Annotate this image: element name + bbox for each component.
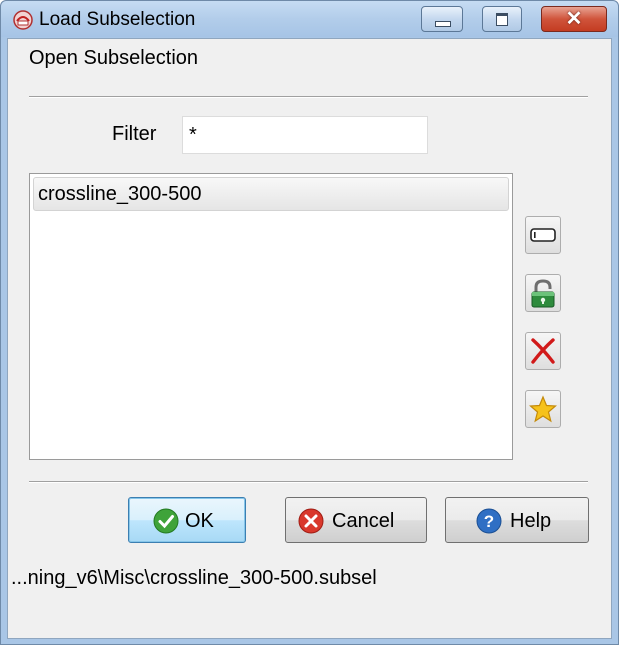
minimize-icon <box>435 21 451 27</box>
checkmark-icon <box>153 508 179 534</box>
help-button[interactable]: ? Help <box>445 497 589 543</box>
app-icon <box>13 10 33 30</box>
title-bar[interactable]: Load Subselection ✕ <box>1 1 618 37</box>
window-title: Load Subselection <box>39 9 196 30</box>
unlock-button[interactable] <box>525 274 561 312</box>
ok-button[interactable]: OK <box>128 497 246 543</box>
filter-label: Filter <box>112 123 157 145</box>
rename-field-icon <box>530 228 556 242</box>
dialog-heading: Open Subselection <box>29 47 199 69</box>
rename-button[interactable] <box>525 216 561 254</box>
list-item-label: crossline_300-500 <box>38 183 202 205</box>
top-separator <box>29 96 588 98</box>
red-cross-icon <box>531 338 555 364</box>
cancel-label: Cancel <box>332 510 395 532</box>
subselection-list[interactable]: crossline_300-500 <box>29 173 513 460</box>
list-item[interactable]: crossline_300-500 <box>33 177 509 211</box>
set-default-button[interactable] <box>525 390 561 428</box>
open-padlock-icon <box>531 279 555 308</box>
star-icon <box>529 395 557 423</box>
close-button[interactable]: ✕ <box>541 6 607 32</box>
minimize-button[interactable] <box>421 6 463 32</box>
bottom-separator <box>29 481 588 483</box>
filter-input[interactable] <box>182 116 428 154</box>
file-path-status: ...ning_v6\Misc\crossline_300-500.subsel <box>11 567 377 589</box>
delete-button[interactable] <box>525 332 561 370</box>
maximize-icon <box>496 13 508 26</box>
help-label: Help <box>510 510 552 532</box>
cancel-icon <box>298 508 324 534</box>
maximize-button[interactable] <box>482 6 522 32</box>
svg-text:?: ? <box>484 512 494 531</box>
ok-label: OK <box>185 510 214 532</box>
cancel-button[interactable]: Cancel <box>285 497 427 543</box>
help-icon: ? <box>476 508 502 534</box>
dialog-window: Load Subselection ✕ Open Subselection Fi… <box>0 0 619 645</box>
close-icon: ✕ <box>565 8 583 30</box>
